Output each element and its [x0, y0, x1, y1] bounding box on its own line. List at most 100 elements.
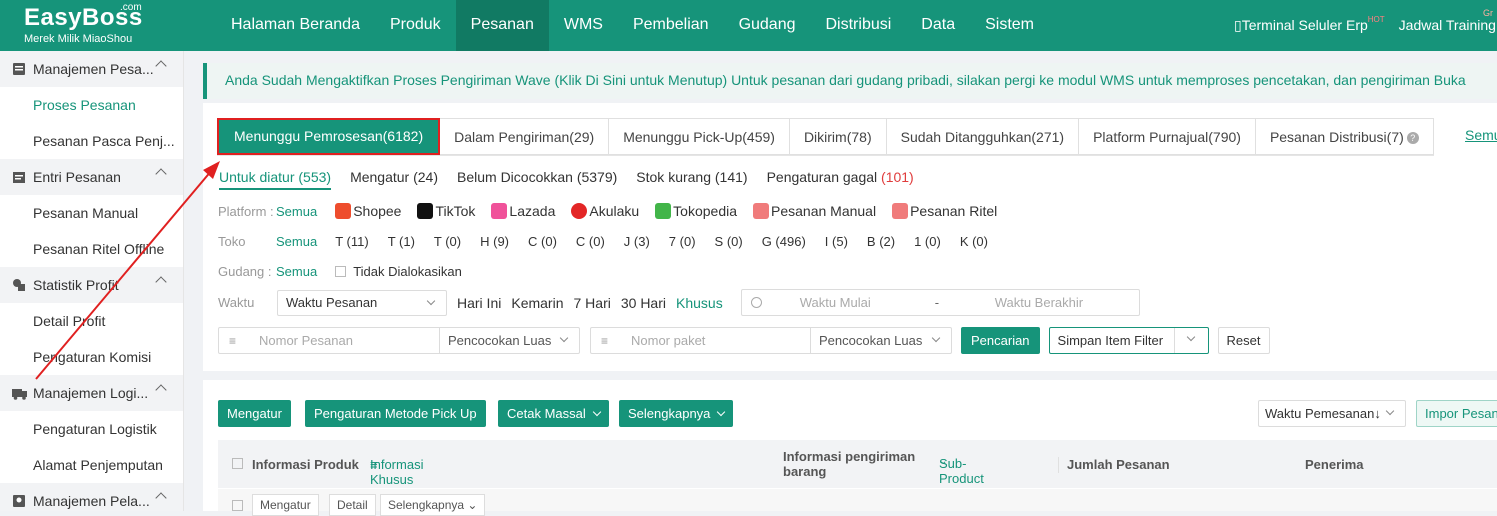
- sidebar-item-after-sales[interactable]: Pesanan Pasca Penj...: [0, 123, 183, 159]
- arrange-button[interactable]: Mengatur: [218, 400, 291, 427]
- warehouse-all[interactable]: Semua: [276, 264, 317, 279]
- package-number-input[interactable]: Nomor paket: [631, 333, 811, 348]
- help-icon[interactable]: ?: [1406, 132, 1419, 144]
- subtab-arrange-failed[interactable]: Pengaturan gagal (101): [767, 169, 914, 190]
- select-all-checkbox[interactable]: [232, 458, 243, 469]
- nav-products[interactable]: Produk: [375, 0, 456, 51]
- row-checkbox[interactable]: [232, 500, 243, 511]
- store-option[interactable]: I (5): [825, 234, 848, 249]
- subtab-arranging[interactable]: Mengatur (24): [350, 169, 438, 190]
- match-select-1[interactable]: Pencocokan Luas: [439, 328, 579, 353]
- select-value: Waktu Pesanan: [286, 295, 378, 310]
- nav-system[interactable]: Sistem: [970, 0, 1049, 51]
- tab-all-link[interactable]: Semu: [1465, 127, 1497, 143]
- store-option[interactable]: 1 (0): [914, 234, 941, 249]
- date-range-picker[interactable]: Waktu Mulai - Waktu Berakhir: [740, 289, 1140, 316]
- store-option[interactable]: T (0): [434, 234, 461, 249]
- logo-suffix: .com: [120, 2, 142, 13]
- sidebar-item-pickup-address[interactable]: Alamat Penjemputan: [0, 447, 183, 483]
- sidebar-group-customer-management[interactable]: Manajemen Pela...: [0, 483, 183, 511]
- store-option[interactable]: H (9): [480, 234, 509, 249]
- sidebar-group-order-management[interactable]: Manajemen Pesa...: [0, 51, 183, 87]
- tab-in-shipping[interactable]: Dalam Pengiriman(29): [440, 118, 610, 155]
- time-30days[interactable]: 30 Hari: [621, 295, 666, 311]
- platform-akulaku[interactable]: Akulaku: [571, 203, 639, 219]
- time-custom[interactable]: Khusus: [676, 295, 723, 311]
- nav-orders[interactable]: Pesanan: [455, 0, 549, 51]
- nav-warehouse[interactable]: Gudang: [724, 0, 811, 51]
- platform-shopee[interactable]: Shopee: [335, 203, 401, 219]
- subtab-out-of-stock[interactable]: Stok kurang (141): [636, 169, 747, 190]
- sidebar-item-profit-detail[interactable]: Detail Profit: [0, 303, 183, 339]
- store-option[interactable]: C (0): [528, 234, 557, 249]
- unallocated-label: Tidak Dialokasikan: [353, 264, 462, 279]
- store-option[interactable]: T (1): [388, 234, 415, 249]
- row-arrange-button[interactable]: Mengatur: [252, 494, 319, 516]
- col-receiver: Penerima: [1305, 457, 1364, 472]
- import-orders-button[interactable]: Impor Pesan: [1416, 400, 1497, 427]
- store-option[interactable]: T (11): [335, 234, 368, 249]
- store-option[interactable]: J (3): [624, 234, 650, 249]
- sidebar-group-profit-stats[interactable]: Statistik Profit: [0, 267, 183, 303]
- unallocated-checkbox[interactable]: [335, 266, 347, 277]
- end-time-input[interactable]: Waktu Berakhir: [995, 295, 1083, 310]
- nav-wms[interactable]: WMS: [549, 0, 618, 51]
- store-option[interactable]: S (0): [715, 234, 743, 249]
- tab-platform-after-sales[interactable]: Platform Purnajual(790): [1079, 118, 1256, 155]
- terminal-link[interactable]: ▯Terminal Seluler ErpHOT: [1234, 0, 1385, 51]
- sort-select[interactable]: Waktu Pemesanan↓: [1258, 400, 1406, 427]
- tab-awaiting-processing[interactable]: Menunggu Pemrosesan(6182): [217, 118, 441, 155]
- order-number-input[interactable]: Nomor Pesanan: [259, 333, 439, 348]
- order-list-panel: Mengatur Pengaturan Metode Pick Up Cetak…: [203, 380, 1497, 516]
- nav-distribution[interactable]: Distribusi: [811, 0, 907, 51]
- platform-tiktok[interactable]: TikTok: [417, 203, 475, 219]
- platform-all[interactable]: Semua: [276, 204, 317, 219]
- sidebar-item-logistics-settings[interactable]: Pengaturan Logistik: [0, 411, 183, 447]
- subtab-unmatched[interactable]: Belum Dicocokkan (5379): [457, 169, 617, 190]
- sidebar-item-manual-order[interactable]: Pesanan Manual: [0, 195, 183, 231]
- wave-shipping-notice[interactable]: Anda Sudah Mengaktifkan Proses Pengirima…: [203, 63, 1497, 99]
- store-option[interactable]: K (0): [960, 234, 988, 249]
- start-time-input[interactable]: Waktu Mulai: [800, 295, 935, 310]
- search-button[interactable]: Pencarian: [961, 327, 1040, 354]
- sidebar-item-process-orders[interactable]: Proses Pesanan: [0, 87, 183, 123]
- sidebar-item-offline-retail[interactable]: Pesanan Ritel Offline: [0, 231, 183, 267]
- sidebar-group-logistics[interactable]: Manajemen Logi...: [0, 375, 183, 411]
- row-more-button[interactable]: Selengkapnya ⌄: [380, 494, 486, 516]
- more-actions-button[interactable]: Selengkapnya: [619, 400, 734, 427]
- save-filter-button[interactable]: Simpan Item Filter: [1048, 327, 1209, 354]
- platform-manual[interactable]: Pesanan Manual: [753, 203, 876, 219]
- logo[interactable]: EasyBoss .com Merek Milik MiaoShou: [24, 2, 184, 46]
- subtab-to-arrange[interactable]: Untuk diatur (553): [219, 169, 332, 190]
- platform-retail[interactable]: Pesanan Ritel: [892, 203, 997, 219]
- store-option[interactable]: C (0): [576, 234, 605, 249]
- store-option[interactable]: 7 (0): [669, 234, 696, 249]
- time-7days[interactable]: 7 Hari: [574, 295, 611, 311]
- store-option[interactable]: B (2): [867, 234, 895, 249]
- nav-data[interactable]: Data: [906, 0, 970, 51]
- store-option[interactable]: G (496): [762, 234, 806, 249]
- nav-purchase[interactable]: Pembelian: [618, 0, 724, 51]
- time-today[interactable]: Hari Ini: [457, 295, 501, 311]
- tab-distribution-orders[interactable]: Pesanan Distribusi(7)?: [1255, 118, 1434, 155]
- time-yesterday[interactable]: Kemarin: [511, 295, 563, 311]
- pickup-method-button[interactable]: Pengaturan Metode Pick Up: [305, 400, 486, 427]
- store-all[interactable]: Semua: [276, 234, 317, 249]
- chevron-down-icon[interactable]: [1173, 328, 1208, 353]
- tab-shipped[interactable]: Dikirim(78): [789, 118, 887, 155]
- platform-tokopedia[interactable]: Tokopedia: [655, 203, 737, 219]
- reset-button[interactable]: Reset: [1217, 327, 1270, 354]
- nav-home[interactable]: Halaman Beranda: [216, 0, 375, 51]
- training-link[interactable]: Jadwal Training: [1399, 0, 1496, 51]
- match-select-2[interactable]: Pencocokan Luas: [810, 328, 951, 353]
- row-detail-button[interactable]: Detail: [329, 494, 376, 516]
- sidebar-group-order-entry[interactable]: Entri Pesanan: [0, 159, 183, 195]
- tab-suspended[interactable]: Sudah Ditangguhkan(271): [886, 118, 1080, 155]
- platform-lazada[interactable]: Lazada: [491, 203, 555, 219]
- bulk-print-button[interactable]: Cetak Massal: [498, 400, 609, 427]
- sidebar-item-commission[interactable]: Pengaturan Komisi: [0, 339, 183, 375]
- order-number-search: ≡ Nomor Pesanan Pencocokan Luas: [218, 327, 580, 354]
- time-type-select[interactable]: Waktu Pesanan: [277, 289, 447, 316]
- tab-awaiting-pickup[interactable]: Menunggu Pick-Up(459): [609, 118, 790, 155]
- fail-count: (101): [881, 169, 914, 185]
